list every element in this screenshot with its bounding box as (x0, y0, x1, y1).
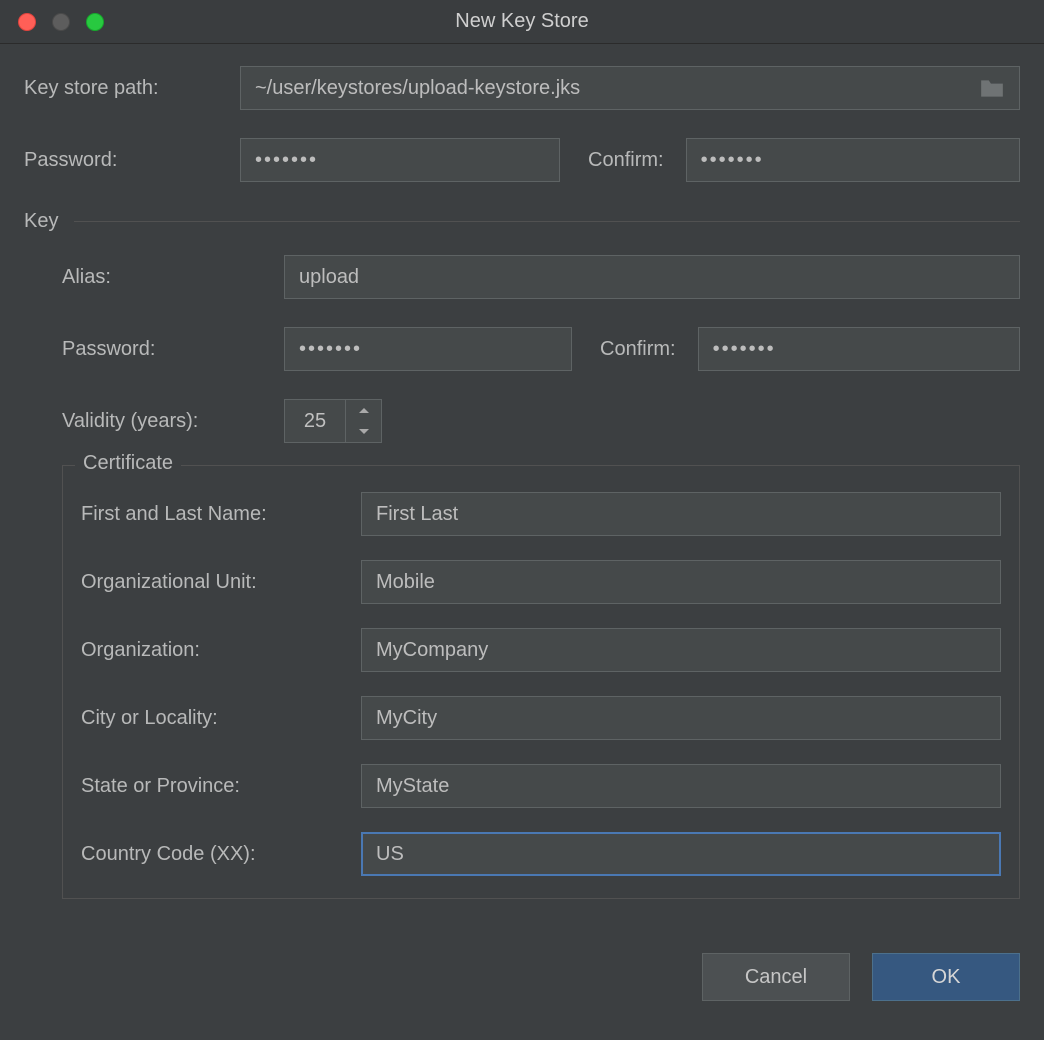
key-section-label: Key (24, 210, 58, 233)
first-last-value: First Last (376, 503, 458, 526)
validity-label: Validity (years): (62, 410, 284, 433)
org-unit-value: Mobile (376, 571, 435, 594)
key-store-path-value: ~/user/keystores/upload-keystore.jks (255, 77, 979, 100)
maximize-window-button[interactable] (86, 13, 104, 31)
key-confirm-field[interactable]: ••••••• (698, 327, 1020, 371)
chevron-up-icon (358, 407, 370, 414)
keystore-confirm-label: Confirm: (588, 149, 664, 172)
key-confirm-value: ••••••• (713, 338, 776, 361)
ok-button-label: OK (932, 966, 961, 989)
organization-field[interactable]: MyCompany (361, 628, 1001, 672)
certificate-legend: Certificate (75, 452, 181, 475)
org-unit-label: Organizational Unit: (81, 571, 361, 594)
divider (74, 221, 1020, 222)
organization-value: MyCompany (376, 639, 488, 662)
window-controls (18, 13, 104, 31)
alias-label: Alias: (62, 266, 284, 289)
org-unit-field[interactable]: Mobile (361, 560, 1001, 604)
key-store-path-label: Key store path: (24, 77, 240, 100)
city-label: City or Locality: (81, 707, 361, 730)
key-password-label: Password: (62, 338, 284, 361)
key-password-field[interactable]: ••••••• (284, 327, 572, 371)
keystore-password-value: ••••••• (255, 149, 318, 172)
keystore-password-field[interactable]: ••••••• (240, 138, 560, 182)
validity-value: 25 (285, 400, 345, 442)
validity-down-button[interactable] (346, 421, 381, 442)
keystore-password-label: Password: (24, 149, 240, 172)
alias-field[interactable]: upload (284, 255, 1020, 299)
state-value: MyState (376, 775, 449, 798)
validity-up-button[interactable] (346, 400, 381, 421)
cancel-button[interactable]: Cancel (702, 953, 850, 1001)
organization-label: Organization: (81, 639, 361, 662)
ok-button[interactable]: OK (872, 953, 1020, 1001)
titlebar: New Key Store (0, 0, 1044, 44)
key-password-value: ••••••• (299, 338, 362, 361)
close-window-button[interactable] (18, 13, 36, 31)
city-field[interactable]: MyCity (361, 696, 1001, 740)
key-confirm-label: Confirm: (600, 338, 676, 361)
minimize-window-button (52, 13, 70, 31)
country-value: US (376, 843, 404, 866)
country-field[interactable]: US (361, 832, 1001, 876)
first-last-field[interactable]: First Last (361, 492, 1001, 536)
chevron-down-icon (358, 428, 370, 435)
city-value: MyCity (376, 707, 437, 730)
browse-folder-icon[interactable] (979, 77, 1005, 99)
certificate-group: Certificate First and Last Name: First L… (62, 465, 1020, 899)
key-store-path-field[interactable]: ~/user/keystores/upload-keystore.jks (240, 66, 1020, 110)
state-label: State or Province: (81, 775, 361, 798)
keystore-confirm-field[interactable]: ••••••• (686, 138, 1020, 182)
validity-stepper[interactable]: 25 (284, 399, 382, 443)
alias-value: upload (299, 266, 359, 289)
state-field[interactable]: MyState (361, 764, 1001, 808)
dialog-title: New Key Store (455, 10, 588, 33)
keystore-confirm-value: ••••••• (701, 149, 764, 172)
country-label: Country Code (XX): (81, 843, 361, 866)
cancel-button-label: Cancel (745, 966, 807, 989)
first-last-label: First and Last Name: (81, 503, 361, 526)
